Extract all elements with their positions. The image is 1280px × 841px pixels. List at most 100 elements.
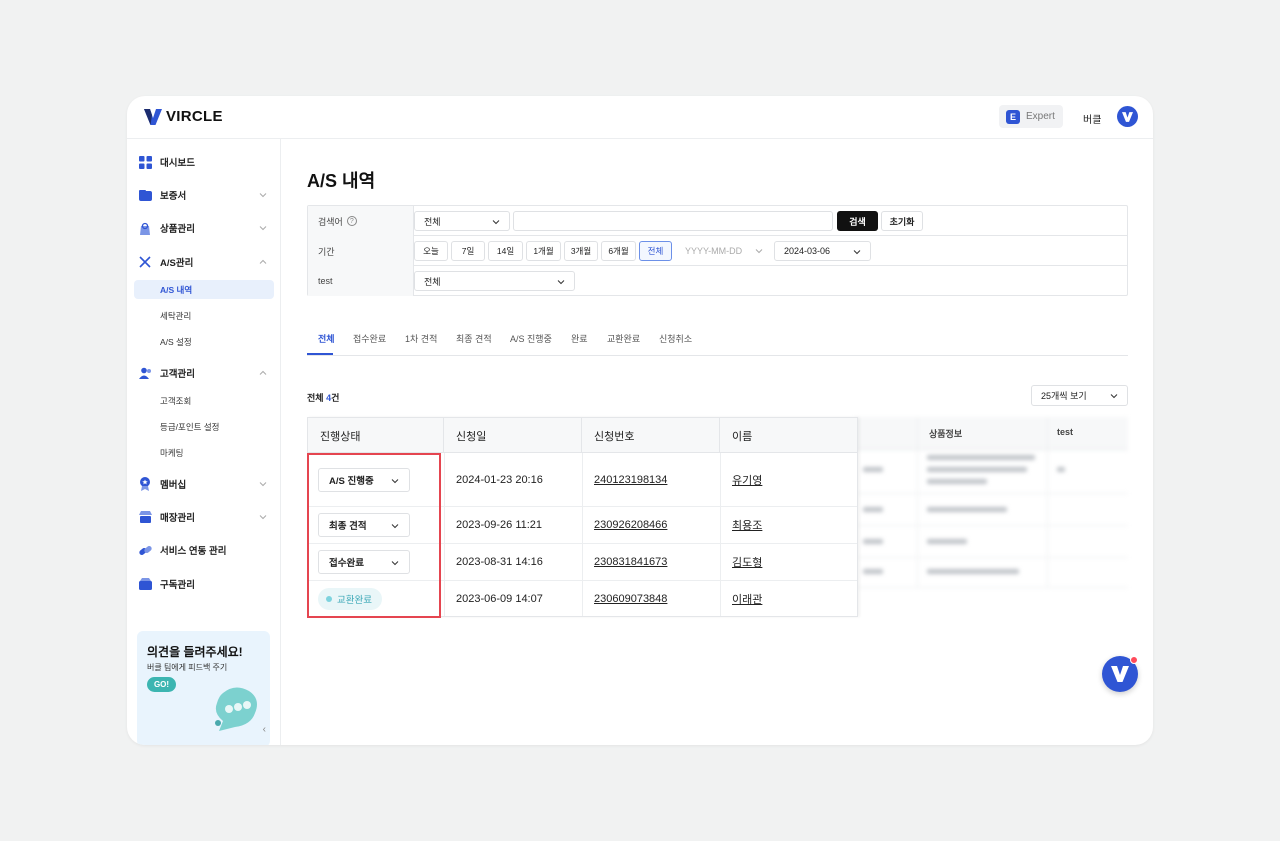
blurred-text xyxy=(927,479,987,484)
chat-bubble-illustration-icon xyxy=(215,687,257,731)
date-to-value: 2024-03-06 xyxy=(784,246,831,256)
period-3m-button[interactable]: 3개월 xyxy=(564,241,598,261)
row-divider xyxy=(855,557,1128,558)
chevron-down-icon xyxy=(391,561,399,566)
sidebar-item-dashboard[interactable]: 대시보드 xyxy=(138,153,274,171)
reset-button[interactable]: 초기화 xyxy=(881,211,923,231)
sidebar-item-membership[interactable]: 멤버십 xyxy=(138,475,274,493)
chat-fab-button[interactable] xyxy=(1102,656,1138,692)
period-7d-button[interactable]: 7일 xyxy=(451,241,485,261)
search-input[interactable] xyxy=(513,211,833,231)
request-number-link[interactable]: 230609073848 xyxy=(594,593,667,605)
search-type-select[interactable]: 전체 xyxy=(414,211,510,231)
test-label: test xyxy=(308,266,414,296)
customer-name-link[interactable]: 유기영 xyxy=(732,472,762,488)
chevron-down-icon[interactable] xyxy=(258,479,268,489)
feedback-subtitle: 버클 팀에게 피드백 주기 xyxy=(147,663,228,672)
period-today-button[interactable]: 오늘 xyxy=(414,241,448,261)
chevron-down-icon xyxy=(391,479,399,484)
chevron-down-icon[interactable] xyxy=(258,512,268,522)
avatar[interactable] xyxy=(1117,106,1138,127)
sidebar-item-integrations[interactable]: 서비스 연동 관리 xyxy=(138,541,274,559)
sidebar-subitem-as-history[interactable]: A/S 내역 xyxy=(134,280,274,299)
sidebar-item-stores[interactable]: 매장관리 xyxy=(138,508,274,526)
chevron-down-icon[interactable] xyxy=(258,223,268,233)
table-row[interactable]: 접수완료 2023-08-31 14:16 230831841673 김도형 xyxy=(308,544,857,581)
table-row[interactable]: A/S 진행중 2024-01-23 20:16 240123198134 유기… xyxy=(308,454,857,507)
sidebar-item-as[interactable]: A/S관리 xyxy=(138,253,274,271)
status-select[interactable]: A/S 진행중 xyxy=(318,468,410,492)
sidebar-subitem-grade-points[interactable]: 등급/포인트 설정 xyxy=(134,417,274,436)
status-select[interactable]: 최종 견적 xyxy=(318,513,410,537)
sidebar-subitem-as-settings[interactable]: A/S 설정 xyxy=(134,332,274,351)
tab-cancelled[interactable]: 신청취소 xyxy=(659,332,692,345)
sidebar-item-customers[interactable]: 고객관리 xyxy=(138,364,274,382)
customer-name-link[interactable]: 최용조 xyxy=(732,517,762,533)
tab-received[interactable]: 접수완료 xyxy=(353,332,386,345)
sidebar-item-label: 대시보드 xyxy=(160,158,195,169)
sidebar-item-warranty[interactable]: 보증서 xyxy=(138,186,274,204)
tab-final-estimate[interactable]: 최종 견적 xyxy=(456,332,492,345)
plan-indicator[interactable]: E Expert xyxy=(999,105,1063,128)
tab-first-estimate[interactable]: 1차 견적 xyxy=(405,332,437,345)
request-number-link[interactable]: 230831841673 xyxy=(594,556,667,568)
tab-all[interactable]: 전체 xyxy=(318,332,335,345)
table-row[interactable]: 최종 견적 2023-09-26 11:21 230926208466 최용조 xyxy=(308,507,857,544)
period-14d-button[interactable]: 14일 xyxy=(488,241,523,261)
sidebar-item-subscription[interactable]: 구독관리 xyxy=(138,575,274,593)
product-bag-icon xyxy=(138,221,152,235)
sidebar-item-products[interactable]: 상품관리 xyxy=(138,219,274,237)
status-select[interactable]: 접수완료 xyxy=(318,550,410,574)
plan-label: Expert xyxy=(1026,111,1055,122)
user-name[interactable]: 버클 xyxy=(1083,111,1101,126)
sidebar-item-label: 보증서 xyxy=(160,191,187,202)
feedback-banner[interactable]: 의견을 들려주세요! 버클 팀에게 피드백 주기 GO! ‹ xyxy=(137,631,270,745)
customer-name-link[interactable]: 김도형 xyxy=(732,554,762,570)
table-header: 진행상태 신청일 신청번호 이름 xyxy=(308,418,857,453)
chevron-left-icon[interactable]: ‹ xyxy=(263,724,266,735)
tab-in-progress[interactable]: A/S 진행중 xyxy=(510,332,552,345)
tab-done[interactable]: 완료 xyxy=(571,332,588,345)
per-page-select[interactable]: 25개씩 보기 xyxy=(1031,385,1128,406)
result-count-suffix: 건 xyxy=(331,393,340,403)
chevron-up-icon[interactable] xyxy=(258,368,268,378)
sidebar-subitem-laundry[interactable]: 세탁관리 xyxy=(134,306,274,325)
test-select[interactable]: 전체 xyxy=(414,271,575,291)
column-divider xyxy=(1047,417,1048,588)
row-divider xyxy=(855,587,1128,588)
chevron-down-icon xyxy=(755,249,763,254)
chevron-up-icon[interactable] xyxy=(258,257,268,267)
blurred-text xyxy=(927,455,1035,460)
plan-badge: E xyxy=(1006,109,1020,124)
column-header-product-info: 상품정보 xyxy=(929,429,963,439)
date-to-field[interactable]: 2024-03-06 xyxy=(774,241,871,261)
blurred-text xyxy=(927,507,1007,512)
search-button[interactable]: 검색 xyxy=(837,211,878,231)
column-divider xyxy=(917,417,918,588)
request-date: 2023-06-09 14:07 xyxy=(456,593,543,605)
period-6m-button[interactable]: 6개월 xyxy=(601,241,636,261)
help-icon[interactable]: ? xyxy=(346,216,357,226)
notification-dot xyxy=(1130,656,1138,664)
sidebar-subitem-customer-lookup[interactable]: 고객조회 xyxy=(134,391,274,410)
table-row[interactable]: 교환완료 2023-06-09 14:07 230609073848 이래관 xyxy=(308,581,857,617)
period-all-button[interactable]: 전체 xyxy=(639,241,672,261)
status-badge-label: 교환완료 xyxy=(337,595,372,606)
logo[interactable]: VIRCLE xyxy=(144,108,223,125)
request-number-link[interactable]: 230926208466 xyxy=(594,519,667,531)
chevron-down-icon xyxy=(391,524,399,529)
customer-name-link[interactable]: 이래관 xyxy=(732,591,762,607)
search-label: 검색어 xyxy=(318,216,343,227)
request-number-link[interactable]: 240123198134 xyxy=(594,474,667,486)
top-bar: VIRCLE E Expert 버클 xyxy=(127,96,1153,139)
row-divider xyxy=(855,493,1128,494)
column-header-date: 신청일 xyxy=(444,418,582,453)
sidebar-subitem-marketing[interactable]: 마케팅 xyxy=(134,443,274,462)
date-from-field[interactable]: YYYY-MM-DD xyxy=(676,241,772,261)
chevron-down-icon[interactable] xyxy=(258,190,268,200)
chevron-down-icon xyxy=(853,250,861,255)
period-1m-button[interactable]: 1개월 xyxy=(526,241,561,261)
feedback-go-button[interactable]: GO! xyxy=(147,677,176,692)
tab-exchanged[interactable]: 교환완료 xyxy=(607,332,640,345)
feedback-title: 의견을 들려주세요! xyxy=(147,645,243,659)
